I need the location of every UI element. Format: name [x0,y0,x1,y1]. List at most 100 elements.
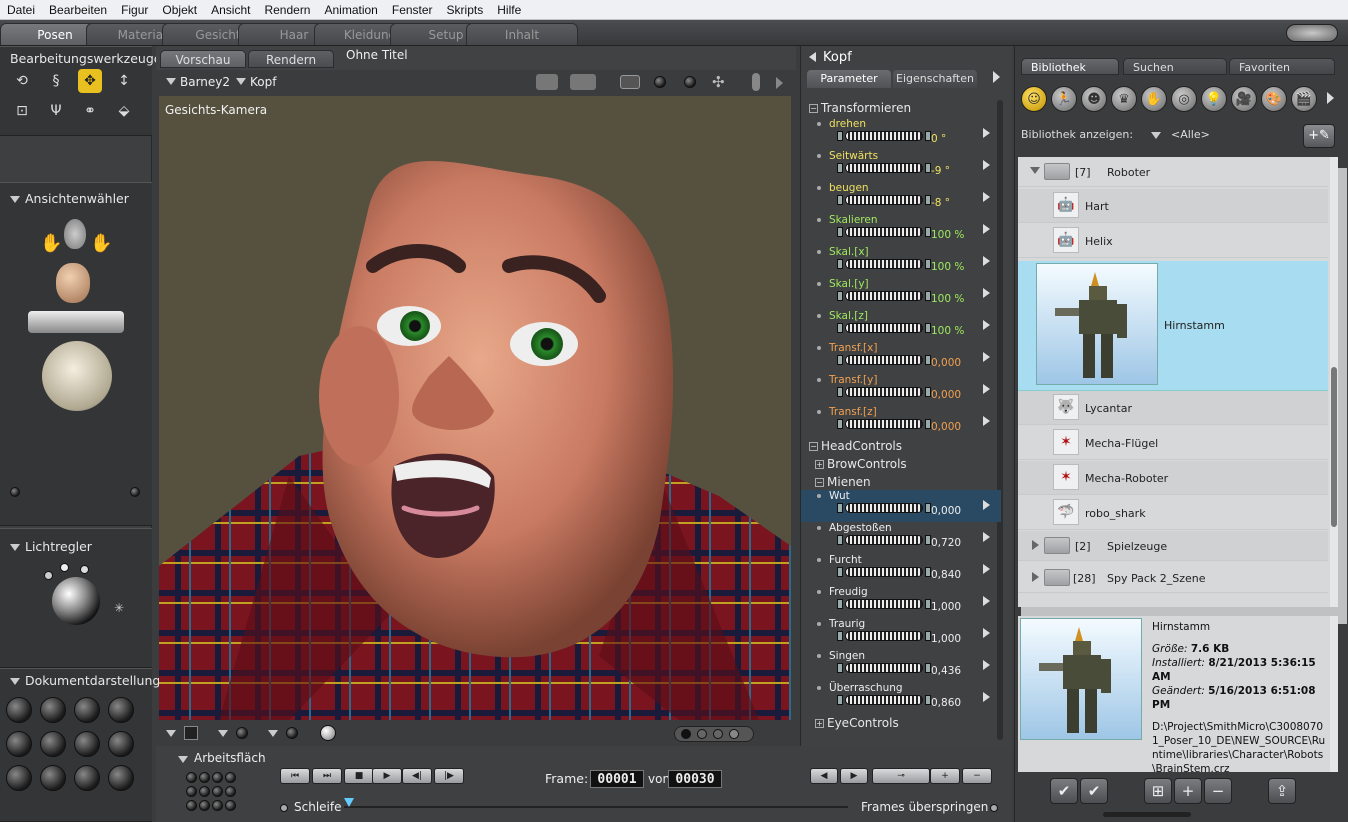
taper-tool-icon[interactable]: Ψ [44,99,68,123]
lock-icon[interactable] [10,487,20,497]
parameter-dial-mienen-1[interactable]: Abgestoßen 0,720 [801,522,1001,554]
light-3-icon[interactable] [80,565,89,574]
display-style-icon[interactable] [108,765,134,791]
parameter-value[interactable]: 0,720 [931,537,961,549]
layout-dot-icon[interactable] [681,729,691,739]
translate-tool-icon[interactable]: ✥ [78,69,102,93]
parameter-dial-mienen-3[interactable]: Freudig 1,000 [801,586,1001,618]
keyframes-editor-icon[interactable]: ⊸ [872,768,930,784]
dial-slider[interactable] [845,419,923,429]
add-to-library-icon[interactable]: +✎ [1303,124,1335,148]
tab-parameters[interactable]: Parameter [807,70,891,88]
timeline-playhead-icon[interactable] [344,798,354,807]
twist-tool-icon[interactable]: § [44,69,68,93]
dial-slider[interactable] [845,387,923,397]
folder-row-toys[interactable]: [2] Spielzeuge [1018,531,1328,561]
zoom-slider-icon[interactable] [752,73,760,91]
workspace-cell-icon[interactable] [199,772,210,783]
parameter-menu-icon[interactable] [983,288,990,298]
shading-sphere-icon[interactable] [684,76,696,88]
display-style-icon[interactable] [40,697,66,723]
parameter-value[interactable]: 0,436 [931,665,961,677]
collapse-box-icon[interactable]: − [815,478,824,487]
loop-toggle-icon[interactable] [280,804,288,812]
add-apply-icon[interactable]: ✔ [1080,778,1108,804]
3d-viewport[interactable]: Gesichts-Kamera [159,96,791,720]
chevron-down-icon[interactable] [166,730,176,737]
dial-slider[interactable] [845,291,923,301]
prop-icon[interactable]: ◎ [1171,86,1197,112]
parameter-dial-transform-3[interactable]: Skalieren 100 % [801,214,1001,246]
display-style-icon[interactable] [40,765,66,791]
layout-dot-icon[interactable] [697,729,707,739]
parameter-dial-transform-2[interactable]: beugen -8 ° [801,182,1001,214]
shadow-sphere-icon[interactable] [236,727,248,739]
bg-color-icon[interactable] [184,726,198,740]
display-style-icon[interactable] [74,697,100,723]
menu-1[interactable]: Bearbeiten [42,3,114,17]
chevron-right-icon[interactable] [1032,540,1039,550]
stop-icon[interactable]: ■ [344,768,374,784]
chevron-down-icon[interactable] [218,730,228,737]
parameter-value[interactable]: -9 ° [931,165,950,177]
parameter-menu-icon[interactable] [983,320,990,330]
tracking-icon[interactable] [320,725,336,741]
light-sphere-icon[interactable] [52,577,100,625]
tab-render[interactable]: Rendern [248,50,334,68]
face-camera-icon[interactable] [64,219,86,249]
chevron-down-icon[interactable] [1030,167,1040,174]
parameter-value[interactable]: 0,000 [931,357,961,369]
camera-icon[interactable]: 🎥 [1231,86,1257,112]
display-style-icon[interactable] [6,765,32,791]
parameter-menu-icon[interactable] [983,224,990,234]
frame-icon[interactable] [620,75,640,89]
workspace-cell-icon[interactable] [212,786,223,797]
camera-icon[interactable] [536,74,558,90]
dial-slider[interactable] [845,131,923,141]
workspace-cell-icon[interactable] [186,786,197,797]
parameter-menu-icon[interactable] [983,352,990,362]
tab-preview[interactable]: Vorschau [160,50,246,68]
chevron-right-icon[interactable] [1327,92,1334,104]
parameter-menu-icon[interactable] [983,500,990,510]
left-hand-camera-icon[interactable]: ✋ [40,233,62,254]
menu-7[interactable]: Fenster [385,3,440,17]
dial-slider[interactable] [845,195,923,205]
tab-room-6[interactable]: Inhalt [466,23,578,45]
next-key-icon[interactable]: ▶ [840,768,868,784]
chevron-right-icon[interactable] [993,71,1000,83]
dial-slider[interactable] [845,227,923,237]
scene-icon[interactable]: 🎬 [1291,86,1317,112]
go-start-icon[interactable]: ⏮ [280,768,310,784]
parameter-menu-icon[interactable] [983,596,990,606]
library-show-dropdown[interactable]: <Alle> [1171,128,1210,141]
chevron-right-icon[interactable] [776,77,783,89]
parameter-menu-icon[interactable] [983,628,990,638]
move-icon[interactable]: ✣ [712,73,725,91]
parameter-value[interactable]: 100 % [931,229,964,241]
parameter-menu-icon[interactable] [983,128,990,138]
step-forward-icon[interactable]: |▶ [434,768,464,784]
hair-icon[interactable]: ♛ [1111,86,1137,112]
parameter-value[interactable]: 0,000 [931,389,961,401]
parameter-menu-icon[interactable] [983,160,990,170]
parameter-menu-icon[interactable] [983,192,990,202]
dial-slider[interactable] [845,567,923,577]
remove-key-icon[interactable]: − [962,768,992,784]
display-style-icon[interactable] [40,731,66,757]
parameter-dial-mienen-2[interactable]: Furcht 0,840 [801,554,1001,586]
group-transform[interactable]: − Transformieren [809,101,911,115]
expand-box-icon[interactable]: + [815,460,824,469]
scale-tool-icon[interactable]: ⊡ [10,99,34,123]
apply-icon[interactable]: ✔ [1050,778,1078,804]
expand-box-icon[interactable]: + [815,719,824,728]
parameter-value[interactable]: 0,840 [931,569,961,581]
list-item-mecha-wing[interactable]: ✶ Mecha-Flügel [1018,426,1328,460]
add-icon[interactable]: + [1174,778,1202,804]
parameter-menu-icon[interactable] [983,416,990,426]
group-eye-controls[interactable]: + EyeControls [815,716,899,730]
right-hand-camera-icon[interactable]: ✋ [90,233,112,254]
display-style-icon[interactable] [6,697,32,723]
parameter-dial-mienen-0[interactable]: Wut 0,000 [801,490,1001,522]
parameter-dial-transform-9[interactable]: Transf.[z] 0,000 [801,406,1001,438]
